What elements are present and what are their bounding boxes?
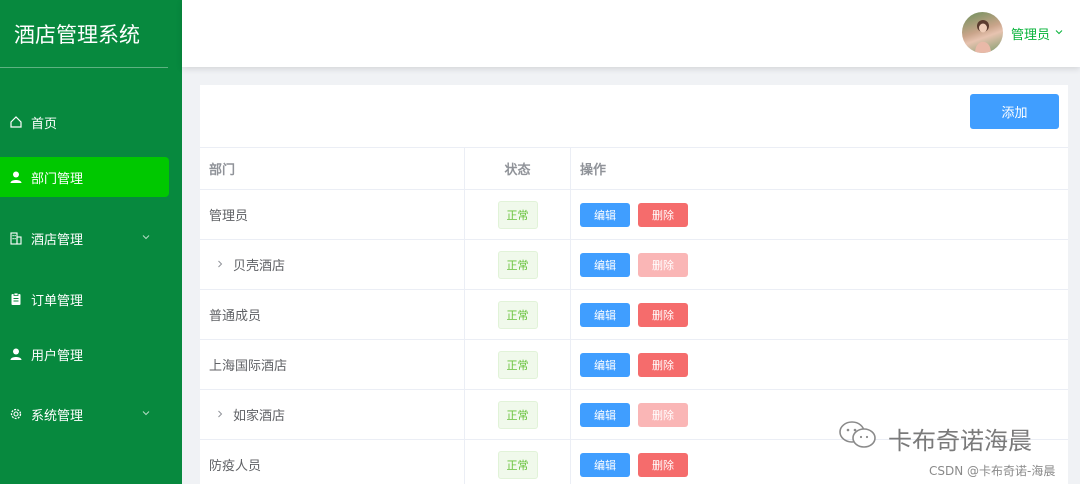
gear-icon — [9, 407, 23, 421]
watermark: 卡布奇诺海晨 — [838, 420, 1032, 456]
add-button[interactable]: 添加 — [970, 94, 1059, 129]
department-cell: 贝壳酒店 — [200, 240, 465, 289]
status-badge: 正常 — [497, 200, 538, 229]
department-name: 贝壳酒店 — [233, 259, 286, 274]
status-cell: 正常 — [465, 240, 571, 289]
delete-button: 删除 — [638, 252, 688, 277]
chevron-down-icon — [141, 231, 151, 246]
csdn-credit: CSDN @卡布奇诺-海晨 — [929, 464, 1056, 478]
sidebar-item-system[interactable]: 系统管理 — [0, 394, 169, 434]
department-cell: 上海国际酒店 — [200, 340, 465, 389]
status-cell: 正常 — [465, 190, 571, 239]
user-icon — [9, 170, 23, 184]
sidebar: 酒店管理系统 首页 部门管理 酒店管理 订单管理 用户管理 系统管理 — [0, 0, 182, 484]
status-badge: 正常 — [497, 450, 538, 479]
wechat-icon — [838, 420, 878, 456]
actions-cell: 编辑 删除 — [571, 340, 1068, 389]
delete-button[interactable]: 删除 — [638, 452, 688, 477]
top-header: 管理员 — [182, 0, 1080, 67]
column-header-status: 状态 — [465, 148, 571, 189]
table-header: 部门 状态 操作 — [200, 147, 1068, 190]
column-header-actions: 操作 — [580, 163, 607, 178]
status-badge: 正常 — [497, 350, 538, 379]
department-cell: 普通成员 — [200, 290, 465, 339]
sidebar-item-users[interactable]: 用户管理 — [0, 334, 169, 374]
edit-button[interactable]: 编辑 — [580, 402, 630, 427]
table-row: 管理员 正常 编辑 删除 — [200, 190, 1068, 240]
user-menu[interactable]: 管理员 — [1011, 24, 1064, 43]
edit-button[interactable]: 编辑 — [580, 202, 630, 227]
sidebar-item-label: 酒店管理 — [31, 232, 84, 248]
edit-button[interactable]: 编辑 — [580, 252, 630, 277]
department-cell: 管理员 — [200, 190, 465, 239]
building-icon — [9, 231, 23, 245]
department-cell: 如家酒店 — [200, 390, 465, 439]
watermark-text: 卡布奇诺海晨 — [888, 426, 1032, 455]
department-name: 普通成员 — [209, 309, 262, 324]
table-row: 上海国际酒店 正常 编辑 删除 — [200, 340, 1068, 390]
delete-button[interactable]: 删除 — [638, 302, 688, 327]
sidebar-item-label: 部门管理 — [31, 171, 84, 187]
sidebar-item-label: 系统管理 — [31, 408, 84, 424]
chevron-down-icon — [141, 407, 151, 422]
user-name: 管理员 — [1011, 28, 1051, 43]
clipboard-icon — [9, 292, 23, 306]
delete-button[interactable]: 删除 — [638, 202, 688, 227]
status-badge: 正常 — [497, 300, 538, 329]
edit-button[interactable]: 编辑 — [580, 452, 630, 477]
user-icon — [9, 347, 23, 361]
table-row: 贝壳酒店 正常 编辑 删除 — [200, 240, 1068, 290]
expand-chevron-icon[interactable] — [215, 258, 225, 272]
sidebar-item-orders[interactable]: 订单管理 — [0, 279, 169, 319]
status-cell: 正常 — [465, 390, 571, 439]
delete-button: 删除 — [638, 402, 688, 427]
edit-button[interactable]: 编辑 — [580, 352, 630, 377]
actions-cell: 编辑 删除 — [571, 290, 1068, 339]
department-name: 防疫人员 — [209, 459, 262, 474]
department-cell: 防疫人员 — [200, 440, 465, 484]
sidebar-item-label: 用户管理 — [31, 348, 84, 364]
actions-cell: 编辑 删除 — [571, 240, 1068, 289]
chevron-down-icon — [1054, 26, 1064, 41]
sidebar-item-label: 订单管理 — [31, 293, 84, 309]
app-title: 酒店管理系统 — [0, 0, 168, 68]
column-header-department: 部门 — [200, 148, 465, 189]
status-cell: 正常 — [465, 340, 571, 389]
home-icon — [9, 115, 23, 129]
sidebar-item-department[interactable]: 部门管理 — [0, 157, 169, 197]
delete-button[interactable]: 删除 — [638, 352, 688, 377]
actions-cell: 编辑 删除 — [571, 190, 1068, 239]
sidebar-item-label: 首页 — [31, 116, 58, 132]
status-cell: 正常 — [465, 440, 571, 484]
department-name: 上海国际酒店 — [209, 359, 288, 374]
status-badge: 正常 — [497, 250, 538, 279]
department-name: 管理员 — [209, 209, 249, 224]
department-name: 如家酒店 — [233, 409, 286, 424]
avatar[interactable] — [962, 12, 1003, 53]
status-badge: 正常 — [497, 400, 538, 429]
status-cell: 正常 — [465, 290, 571, 339]
expand-chevron-icon[interactable] — [215, 408, 225, 422]
edit-button[interactable]: 编辑 — [580, 302, 630, 327]
sidebar-item-hotel[interactable]: 酒店管理 — [0, 218, 169, 258]
sidebar-item-home[interactable]: 首页 — [0, 102, 169, 142]
table-row: 普通成员 正常 编辑 删除 — [200, 290, 1068, 340]
